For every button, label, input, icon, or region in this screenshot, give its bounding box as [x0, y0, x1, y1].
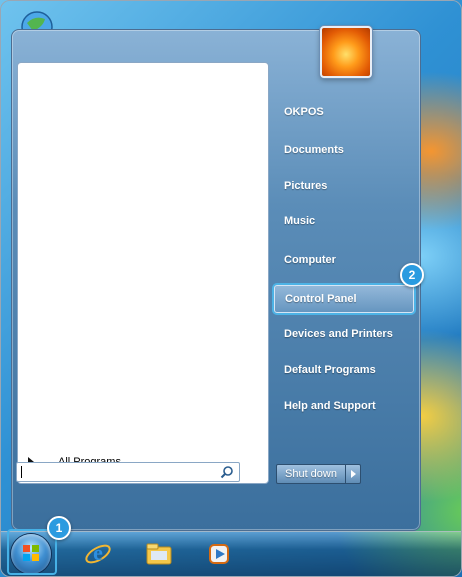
menu-item-label: Documents	[284, 144, 344, 156]
menu-item-label: Control Panel	[285, 293, 357, 305]
menu-item-computer[interactable]: Computer	[274, 246, 414, 274]
menu-item-label: Music	[284, 215, 316, 227]
step-badge-2: 2	[400, 263, 424, 287]
media-player-icon[interactable]	[204, 539, 234, 569]
programs-pane: All Programs	[17, 62, 269, 484]
menu-item-label: OKPOS	[284, 106, 324, 118]
user-avatar[interactable]	[320, 26, 372, 78]
menu-item-music[interactable]: Music	[274, 207, 414, 235]
menu-item-default-programs[interactable]: Default Programs	[274, 356, 414, 384]
menu-item-documents[interactable]: Documents	[274, 136, 414, 164]
menu-item-label: Devices and Printers	[284, 328, 393, 340]
search-input[interactable]	[19, 464, 213, 480]
menu-item-label: Computer	[284, 254, 336, 266]
svg-text:e: e	[93, 540, 103, 565]
shutdown-options-button[interactable]	[345, 464, 361, 484]
screenshot-frame: All Programs OKPOS Documents Pictures Mu…	[0, 0, 462, 577]
menu-item-label: Pictures	[284, 180, 328, 192]
shutdown-button[interactable]: Shut down	[276, 464, 346, 484]
menu-item-control-panel[interactable]: Control Panel	[274, 285, 414, 313]
file-explorer-icon[interactable]	[144, 539, 174, 569]
text-cursor	[21, 466, 22, 478]
menu-item-label: Default Programs	[284, 364, 376, 376]
menu-item-okpos[interactable]: OKPOS	[274, 98, 414, 126]
search-icon[interactable]	[220, 465, 234, 479]
menu-item-devices-and-printers[interactable]: Devices and Printers	[274, 320, 414, 348]
search-box[interactable]	[16, 462, 240, 482]
menu-item-label: Help and Support	[284, 400, 376, 412]
internet-explorer-icon[interactable]: e	[83, 539, 113, 569]
menu-item-pictures[interactable]: Pictures	[274, 172, 414, 200]
menu-item-help-and-support[interactable]: Help and Support	[274, 392, 414, 420]
start-menu: All Programs OKPOS Documents Pictures Mu…	[11, 26, 421, 531]
step-badge-1: 1	[47, 516, 71, 540]
shutdown-group: Shut down	[276, 464, 361, 484]
chevron-right-icon	[350, 470, 356, 478]
